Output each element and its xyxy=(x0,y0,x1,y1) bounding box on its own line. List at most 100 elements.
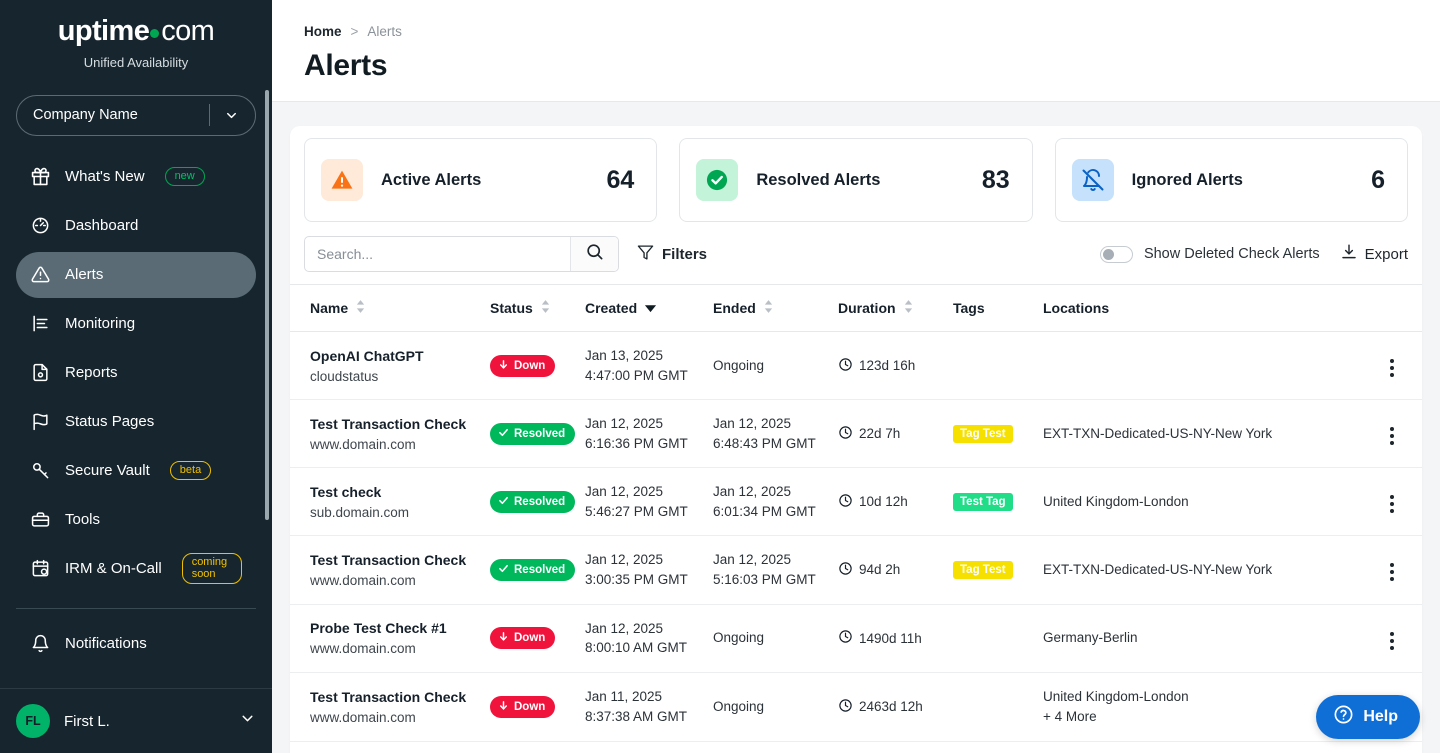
alert-name[interactable]: OpenAI ChatGPT xyxy=(310,348,490,364)
location-value: EXT-TXN-Dedicated-US-NY-New York xyxy=(1043,425,1273,441)
cell-created: Jan 13, 2025 4:47:00 PM GMT xyxy=(585,331,713,401)
column-label: Created xyxy=(585,300,638,316)
arrow-down-icon xyxy=(498,700,509,714)
alert-name[interactable]: Test Transaction Check xyxy=(310,416,490,432)
table-row[interactable]: OpenAI ChatGPT cloudstatus Down Jan 13, … xyxy=(290,331,1422,401)
alert-triangle-icon xyxy=(30,264,51,285)
table-scroll-region[interactable]: Name Status Created Ended Duration Tags … xyxy=(290,284,1422,753)
column-header-duration[interactable]: Duration xyxy=(838,284,953,332)
status-badge: Resolved xyxy=(490,422,576,445)
status-label: Resolved xyxy=(514,563,566,576)
table-row[interactable]: Probe Test Check #1 www.domain.com Down xyxy=(290,604,1422,673)
column-header-ended[interactable]: Ended xyxy=(713,284,838,332)
avatar: FL xyxy=(16,704,50,738)
help-button[interactable]: Help xyxy=(1316,695,1420,739)
search-button[interactable] xyxy=(570,237,618,271)
sidebar-item-irm-on-call[interactable]: IRM & On-Call coming soon xyxy=(16,546,256,592)
table-row[interactable]: Test check sub.domain.com Resolved Jan 1… xyxy=(290,467,1422,537)
sidebar-item-label: Monitoring xyxy=(65,315,136,333)
sidebar-item-secure-vault[interactable]: Secure Vault beta xyxy=(16,448,256,494)
flag-icon xyxy=(30,411,51,432)
search-input[interactable] xyxy=(305,237,570,271)
breadcrumb: Home > Alerts xyxy=(304,24,1408,39)
status-badge: Resolved xyxy=(490,558,576,581)
stat-card-resolved-alerts[interactable]: Resolved Alerts 83 xyxy=(679,138,1033,222)
status-label: Down xyxy=(514,700,546,713)
toggle-switch[interactable] xyxy=(1099,245,1133,263)
brand[interactable]: uptime com Unified Availability xyxy=(0,0,272,70)
user-menu[interactable]: FL First L. xyxy=(0,688,272,753)
stat-label: Active Alerts xyxy=(381,170,482,189)
row-menu-icon[interactable] xyxy=(1386,423,1398,449)
stat-value: 6 xyxy=(1371,165,1385,194)
tag-chip[interactable]: Tag Test xyxy=(953,425,1013,444)
row-menu-icon[interactable] xyxy=(1386,355,1398,381)
cell-duration: 1490d 11h xyxy=(838,604,953,673)
stat-card-active-alerts[interactable]: Active Alerts 64 xyxy=(304,138,658,222)
cell-tags xyxy=(953,672,1043,743)
cell-duration: 2463d 12h xyxy=(838,672,953,743)
cell-created: Jan 12, 2025 5:46:27 PM GMT xyxy=(585,467,713,537)
sidebar-item-whats-new[interactable]: What's New new xyxy=(16,154,256,200)
alert-name[interactable]: Test Transaction Check xyxy=(310,689,490,705)
table-row[interactable]: Test Transaction Check www.domain.com Re… xyxy=(290,535,1422,605)
location-value: United Kingdom-London xyxy=(1043,493,1189,509)
clock-icon xyxy=(838,425,853,443)
company-selector[interactable]: Company Name xyxy=(16,94,256,136)
stat-card-ignored-alerts[interactable]: Ignored Alerts 6 xyxy=(1054,138,1408,222)
table-row[interactable]: Test Transaction Check www.domain.com Do… xyxy=(290,672,1422,743)
column-header-name[interactable]: Name xyxy=(290,284,490,332)
stat-cards: Active Alerts 64 Resolved Alerts 83 Igno… xyxy=(290,138,1422,222)
created-date: Jan 12, 2025 xyxy=(585,416,664,432)
cell-ended: Ongoing xyxy=(713,331,838,401)
column-header-status[interactable]: Status xyxy=(490,284,585,332)
report-document-icon xyxy=(30,362,51,383)
row-menu-icon[interactable] xyxy=(1386,491,1398,517)
calendar-clock-icon xyxy=(30,558,51,579)
alert-name[interactable]: Test Transaction Check xyxy=(310,552,490,568)
sidebar-item-reports[interactable]: Reports xyxy=(16,350,256,396)
sidebar-item-notifications[interactable]: Notifications xyxy=(16,621,256,667)
cell-duration: 94d 2h xyxy=(838,535,953,605)
column-header-tags: Tags xyxy=(953,284,1043,332)
alert-name[interactable]: Probe Test Check #1 xyxy=(310,620,490,636)
column-label: Ended xyxy=(713,300,756,316)
bell-off-icon xyxy=(1071,159,1114,201)
sidebar-item-label: Tools xyxy=(65,511,101,529)
row-menu-icon[interactable] xyxy=(1386,628,1398,654)
column-header-locations: Locations xyxy=(1043,284,1362,332)
cell-duration: 22d 7h xyxy=(838,399,953,469)
tag-chip[interactable]: Tag Test xyxy=(953,561,1013,580)
export-button[interactable]: Export xyxy=(1340,243,1408,265)
sidebar-item-alerts[interactable]: Alerts xyxy=(16,251,256,298)
sidebar-item-dashboard[interactable]: Dashboard xyxy=(16,203,256,249)
tag-chip[interactable]: Test Tag xyxy=(953,493,1013,512)
ended-date: Ongoing xyxy=(713,699,765,715)
sidebar-scrollbar[interactable] xyxy=(265,90,269,520)
duration-value: 22d 7h xyxy=(859,426,901,442)
column-header-created[interactable]: Created xyxy=(585,284,713,332)
table-header: Name Status Created Ended Duration Tags … xyxy=(290,284,1422,332)
status-badge: Down xyxy=(490,354,556,377)
breadcrumb-home[interactable]: Home xyxy=(304,24,342,39)
clock-icon xyxy=(838,561,853,579)
location-more[interactable]: + 4 More xyxy=(1043,709,1097,724)
page-title: Alerts xyxy=(304,49,388,82)
sort-toggle-icon xyxy=(903,299,914,317)
sort-toggle-icon xyxy=(763,299,774,317)
alert-name[interactable]: Test check xyxy=(310,484,490,500)
clock-icon xyxy=(838,493,853,511)
cell-name: Test Transaction Check www.domain.com xyxy=(290,672,490,743)
row-menu-icon[interactable] xyxy=(1386,559,1398,585)
created-time: 3:00:35 PM GMT xyxy=(585,571,688,587)
brand-dot-icon xyxy=(150,29,160,38)
sidebar-item-monitoring[interactable]: Monitoring xyxy=(16,301,256,347)
cell-created: Jan 11, 2025 8:37:38 AM GMT xyxy=(585,672,713,743)
sidebar-item-tools[interactable]: Tools xyxy=(16,497,256,543)
cell-locations: EXT-TXN-Dedicated-US-NY-New York xyxy=(1043,399,1362,469)
clock-icon xyxy=(838,629,853,647)
filters-button[interactable]: Filters xyxy=(633,244,711,265)
table-row[interactable]: Test Transaction Check www.domain.com Re… xyxy=(290,399,1422,469)
show-deleted-toggle[interactable]: Show Deleted Check Alerts xyxy=(1099,245,1320,263)
sidebar-item-status-pages[interactable]: Status Pages xyxy=(16,399,256,445)
